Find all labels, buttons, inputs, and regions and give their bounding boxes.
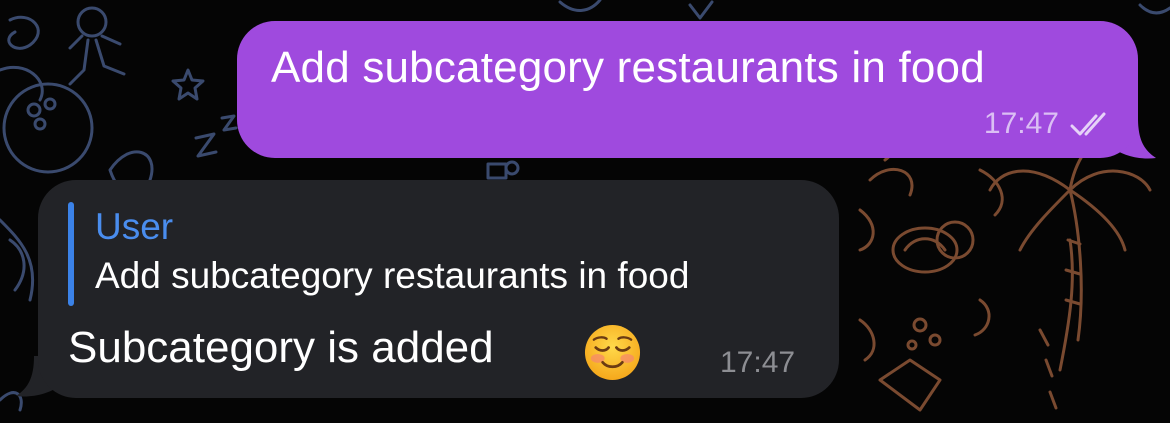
reply-sender-name: User [95, 206, 174, 247]
double-check-icon [1070, 112, 1106, 136]
outgoing-message-text: Add subcategory restaurants in food [271, 43, 985, 92]
outgoing-message-bubble[interactable]: Add subcategory restaurants in food 17:4… [237, 21, 1138, 158]
reply-quoted-text: Add subcategory restaurants in food [95, 255, 690, 296]
reply-quote-bar [68, 202, 74, 306]
incoming-message-text: Subcategory is added [68, 323, 494, 372]
incoming-message-bubble[interactable]: User Add subcategory restaurants in food… [38, 180, 839, 398]
reply-quote[interactable]: User Add subcategory restaurants in food [68, 202, 808, 306]
smiling-face-icon [584, 324, 641, 381]
incoming-message-time: 17:47 [720, 346, 796, 379]
outgoing-message-time: 17:47 [983, 107, 1059, 140]
